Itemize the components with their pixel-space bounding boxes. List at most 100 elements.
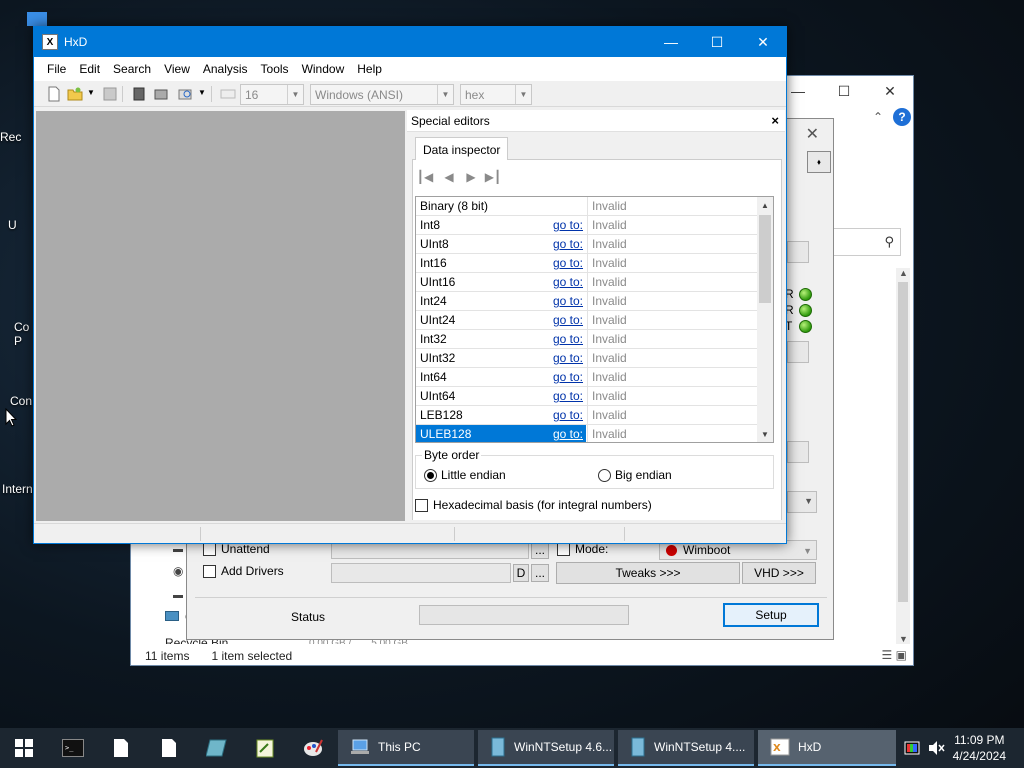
hex-basis-checkbox[interactable]: Hexadecimal basis (for integral numbers) [415, 498, 652, 512]
table-row[interactable]: UInt16 go to: Invalid [416, 273, 758, 292]
hxd-titlebar[interactable]: X HxD — ☐ ✕ [34, 27, 786, 57]
scroll-down-icon[interactable]: ▼ [757, 426, 773, 442]
table-row[interactable]: Int8 go to: Invalid [416, 216, 758, 235]
goto-link[interactable]: go to: [544, 256, 583, 270]
open-disk-icon[interactable] [131, 86, 147, 102]
goto-link[interactable]: go to: [544, 237, 583, 251]
table-row[interactable]: Binary (8 bit) Invalid [416, 197, 758, 216]
checkbox-box[interactable] [203, 564, 216, 578]
radio-button[interactable] [598, 468, 611, 482]
mode-checkbox[interactable]: Mode: [557, 542, 608, 556]
little-endian-radio[interactable]: Little endian [424, 468, 506, 482]
vertical-scrollbar[interactable]: ▲ ▼ [896, 268, 910, 644]
open-dropdown-icon[interactable]: ▼ [87, 88, 95, 97]
charset-select[interactable]: Windows (ANSI) ▼ [310, 84, 454, 105]
taskbar-app-hxd[interactable]: X HxD [758, 730, 896, 766]
taskbar-pin-notepad[interactable] [242, 728, 288, 768]
path-field[interactable] [787, 441, 809, 463]
taskbar-pin-disk-tool[interactable] [194, 728, 240, 768]
add-drivers-checkbox[interactable]: Add Drivers [203, 564, 284, 578]
row-value[interactable]: Invalid [587, 425, 758, 442]
tab-data-inspector[interactable]: Data inspector [415, 137, 509, 161]
row-value[interactable]: Invalid [587, 292, 758, 310]
goto-link[interactable]: go to: [544, 313, 583, 327]
large-icons-view-icon[interactable]: ▣ [896, 648, 907, 662]
row-value[interactable]: Invalid [587, 254, 758, 272]
taskbar-clock[interactable]: 11:09 PM 4/24/2024 [953, 732, 1006, 764]
maximize-button[interactable]: ☐ [694, 27, 740, 57]
menu-edit[interactable]: Edit [72, 62, 106, 76]
tray-color-icon[interactable] [904, 740, 920, 756]
drivers-d-button[interactable]: D [513, 564, 529, 582]
table-row[interactable]: UInt8 go to: Invalid [416, 235, 758, 254]
view-toggle[interactable]: ☰ ▣ [882, 648, 907, 662]
new-file-icon[interactable] [46, 86, 62, 102]
path-field[interactable] [787, 241, 809, 263]
row-value[interactable]: Invalid [587, 235, 758, 253]
maximize-button[interactable]: ☐ [821, 76, 867, 106]
previous-icon[interactable]: ◀ [441, 170, 457, 184]
path-field[interactable] [787, 341, 809, 363]
menu-help[interactable]: Help [350, 62, 388, 76]
table-row[interactable]: Int32 go to: Invalid [416, 330, 758, 349]
table-row[interactable]: UInt32 go to: Invalid [416, 349, 758, 368]
scrollbar-thumb[interactable] [759, 215, 771, 303]
search-drive-icon[interactable] [177, 86, 193, 102]
volume-muted-icon[interactable] [928, 740, 945, 756]
unattend-checkbox[interactable]: Unattend [203, 542, 270, 556]
checkbox-box[interactable] [415, 498, 428, 512]
row-value[interactable]: Invalid [587, 387, 758, 405]
scrollbar-thumb[interactable] [898, 282, 908, 602]
table-row[interactable]: UInt64 go to: Invalid [416, 387, 758, 406]
close-button[interactable]: ✕ [867, 76, 913, 106]
bytes-per-row-select[interactable]: 16 ▼ [240, 84, 304, 105]
radio-button[interactable] [424, 468, 437, 482]
row-value[interactable]: Invalid [587, 330, 758, 348]
close-button[interactable]: ✕ [740, 27, 786, 57]
drive-dropdown-icon[interactable]: ▼ [198, 88, 206, 97]
row-value[interactable]: Invalid [587, 311, 758, 329]
tweaks-button[interactable]: Tweaks >>> [556, 562, 740, 584]
table-row-selected[interactable]: ULEB128 go to: Invalid [416, 425, 758, 442]
goto-link[interactable]: go to: [544, 370, 583, 384]
goto-link[interactable]: go to: [544, 389, 583, 403]
table-row[interactable]: LEB128 go to: Invalid [416, 406, 758, 425]
first-icon[interactable]: ┃◀ [417, 170, 433, 184]
chevron-up-icon[interactable]: ⌃ [873, 110, 883, 124]
open-folder-icon[interactable] [67, 86, 83, 102]
goto-link[interactable]: go to: [544, 427, 583, 441]
goto-link[interactable]: go to: [544, 294, 583, 308]
vertical-scrollbar[interactable]: ▲ ▼ [757, 197, 773, 442]
table-row[interactable]: Int24 go to: Invalid [416, 292, 758, 311]
goto-link[interactable]: go to: [544, 332, 583, 346]
minimize-button[interactable]: — [648, 27, 694, 57]
menu-tools[interactable]: Tools [254, 62, 295, 76]
special-editors-panel[interactable]: Special editors × Data inspector ┃◀ ◀ ▶ … [407, 110, 785, 520]
goto-link[interactable]: go to: [544, 275, 583, 289]
close-button[interactable]: ✕ [806, 124, 819, 144]
goto-link[interactable]: go to: [544, 218, 583, 232]
drivers-path-field[interactable] [331, 563, 511, 583]
table-row[interactable]: Int64 go to: Invalid [416, 368, 758, 387]
scroll-down-icon[interactable]: ▼ [899, 634, 908, 644]
scroll-up-icon[interactable]: ▲ [757, 197, 773, 213]
menu-file[interactable]: File [40, 62, 72, 76]
big-endian-radio[interactable]: Big endian [598, 468, 672, 482]
drivers-browse-button[interactable]: ... [531, 564, 549, 582]
taskbar-pin-terminal[interactable]: >_ [50, 728, 96, 768]
row-value[interactable]: Invalid [587, 368, 758, 386]
row-value[interactable]: Invalid [587, 197, 758, 215]
iso-button[interactable]: ⬪ [807, 151, 831, 173]
menu-search[interactable]: Search [106, 62, 157, 76]
taskbar-pin-paint[interactable] [290, 728, 336, 768]
dropdown-field[interactable]: ▼ [787, 491, 817, 513]
goto-link[interactable]: go to: [544, 351, 583, 365]
taskbar-app-winntsetup-2[interactable]: WinNTSetup 4.... [618, 730, 754, 766]
open-ram-icon[interactable] [153, 86, 169, 102]
row-value[interactable]: Invalid [587, 349, 758, 367]
save-icon[interactable] [102, 86, 118, 102]
menu-view[interactable]: View [157, 62, 196, 76]
taskbar-pin-document-2[interactable] [146, 728, 192, 768]
taskbar-app-winntsetup-1[interactable]: WinNTSetup 4.6... [478, 730, 614, 766]
checkbox-box[interactable] [203, 542, 216, 556]
